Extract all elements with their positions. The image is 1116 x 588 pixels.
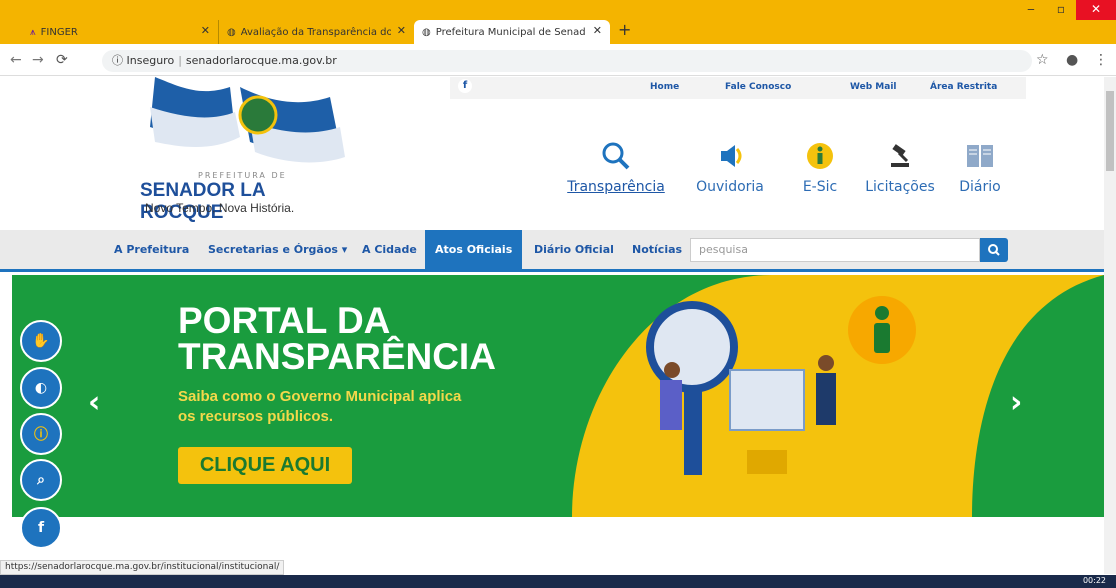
os-taskbar: 00:22 [0, 575, 1116, 588]
hero-banner[interactable]: PORTAL DA TRANSPARÊNCIA Saiba como o Gov… [12, 275, 1104, 517]
browser-titlebar: ⩚ FINGER ✕ ◍ Avaliação da Transparência … [0, 0, 1116, 44]
search-icon[interactable]: ⌕ [20, 459, 62, 501]
url-field[interactable]: ⓘ Inseguro | senadorlarocque.ma.gov.br [102, 50, 1032, 72]
banner-subtitle: Saiba como o Governo Municipal aplica os… [178, 387, 461, 427]
close-tab-icon[interactable]: ✕ [201, 24, 210, 37]
banner-subtitle-line2: os recursos públicos. [178, 408, 334, 425]
nav-atos-oficiais[interactable]: Atos Oficiais [425, 230, 523, 269]
tab-prefeitura[interactable]: ◍ Prefeitura Municipal de Senador ✕ [414, 20, 610, 44]
close-tab-icon[interactable]: ✕ [593, 24, 602, 37]
reload-icon[interactable]: ⟳ [56, 52, 68, 68]
nav-a-cidade[interactable]: A Cidade [362, 230, 417, 269]
address-bar: ← → ⟳ ⓘ Inseguro | senadorlarocque.ma.gov.… [0, 44, 1116, 76]
top-links-bar: f Home Fale Conosco Web Mail Área Restri… [450, 77, 1026, 99]
close-tab-icon[interactable]: ✕ [397, 24, 406, 37]
quick-link-label: Transparência [567, 179, 665, 195]
quick-link-esic[interactable]: E-Sic [790, 137, 850, 195]
tab-title: Prefeitura Municipal de Senador [435, 26, 586, 38]
security-label: Inseguro [126, 54, 175, 67]
quick-link-label: E-Sic [802, 179, 838, 195]
quick-link-transparencia[interactable]: Transparência [566, 137, 666, 195]
url-text: senadorlarocque.ma.gov.br [185, 54, 337, 67]
quick-link-licitacoes[interactable]: Licitações [860, 137, 940, 195]
maximize-icon[interactable]: ▫ [1046, 0, 1076, 20]
info-icon[interactable]: ⓘ [20, 413, 62, 455]
info-icon [807, 143, 833, 169]
sign-language-icon[interactable]: ✋ [20, 320, 62, 362]
back-icon[interactable]: ← [10, 52, 22, 68]
taskbar-clock: 00:22 [1082, 576, 1106, 585]
page-scrollbar[interactable] [1104, 77, 1116, 574]
banner-illustration [572, 275, 1104, 517]
scrollbar-thumb[interactable] [1106, 91, 1114, 171]
quick-link-label: Licitações [865, 179, 935, 195]
facebook-icon[interactable]: f [458, 79, 472, 93]
new-tab-button[interactable]: + [618, 20, 631, 39]
flag-emblem-icon [150, 77, 345, 163]
menu-icon[interactable]: ⋮ [1094, 52, 1108, 68]
banner-title-line2: TRANSPARÊNCIA [178, 336, 496, 377]
main-nav: A Prefeitura Secretarias e Órgãos ▾ A Ci… [0, 230, 1104, 272]
quick-link-label: Ouvidoria [696, 179, 764, 195]
banner-subtitle-line1: Saiba como o Governo Municipal aplica [178, 388, 462, 405]
quick-link-ouvidoria[interactable]: Ouvidoria [690, 137, 770, 195]
window-controls: ‒ ▫ ✕ [1016, 0, 1116, 20]
info-circle-icon: ⓘ [112, 54, 123, 67]
nav-diario-oficial[interactable]: Diário Oficial [534, 230, 614, 269]
finger-tab-icon: ⩚ [30, 26, 36, 38]
tab-title: FINGER [40, 26, 78, 38]
nav-a-prefeitura[interactable]: A Prefeitura [114, 230, 189, 269]
quick-link-diario[interactable]: Diário [950, 137, 1010, 195]
nav-noticias[interactable]: Notícias [632, 230, 682, 269]
search-button[interactable] [980, 238, 1008, 262]
nav-secretarias[interactable]: Secretarias e Órgãos ▾ [208, 230, 347, 269]
minimize-icon[interactable]: ‒ [1016, 0, 1046, 20]
banner-title: PORTAL DA TRANSPARÊNCIA [178, 300, 496, 377]
banner-title-line1: PORTAL DA [178, 300, 391, 341]
speaker-icon [721, 145, 742, 167]
contrast-icon[interactable]: ◐ [20, 367, 62, 409]
fale-conosco-link[interactable]: Fale Conosco [725, 82, 791, 92]
tab-title: Avaliação da Transparência dos Á [240, 26, 391, 38]
book-icon [967, 145, 993, 167]
status-url: https://senadorlarocque.ma.gov.br/instit… [0, 560, 285, 575]
account-icon[interactable]: ● [1066, 52, 1078, 68]
gavel-icon [891, 144, 909, 167]
search-input[interactable]: pesquisa [690, 238, 980, 262]
tab-avaliacao[interactable]: ◍ Avaliação da Transparência dos Á ✕ [218, 20, 414, 44]
search-icon [602, 142, 630, 170]
webmail-link[interactable]: Web Mail [850, 82, 897, 92]
logo-prefix: PREFEITURA DE [198, 171, 287, 180]
area-restrita-link[interactable]: Área Restrita [930, 82, 997, 92]
clique-aqui-button[interactable]: CLIQUE AQUI [178, 447, 352, 484]
site-logo[interactable]: PREFEITURA DE SENADOR LA ROCQUE Novo Tem… [140, 77, 350, 223]
next-slide-icon[interactable]: › [1010, 385, 1022, 420]
close-window-icon[interactable]: ✕ [1076, 0, 1116, 20]
home-link[interactable]: Home [650, 82, 679, 92]
forward-icon[interactable]: → [32, 52, 44, 68]
search-icon [988, 244, 1000, 256]
tab-finger[interactable]: ⩚ FINGER ✕ [22, 20, 218, 44]
bookmark-star-icon[interactable]: ☆ [1036, 52, 1049, 68]
globe-icon: ◍ [422, 26, 431, 38]
prev-slide-icon[interactable]: ‹ [88, 385, 100, 420]
logo-slogan: Novo Tempo, Nova História. [145, 201, 295, 215]
facebook-icon[interactable]: f [20, 507, 62, 549]
quick-link-label: Diário [959, 179, 1001, 195]
globe-icon: ◍ [227, 26, 236, 38]
web-page: f Home Fale Conosco Web Mail Área Restri… [0, 77, 1104, 574]
